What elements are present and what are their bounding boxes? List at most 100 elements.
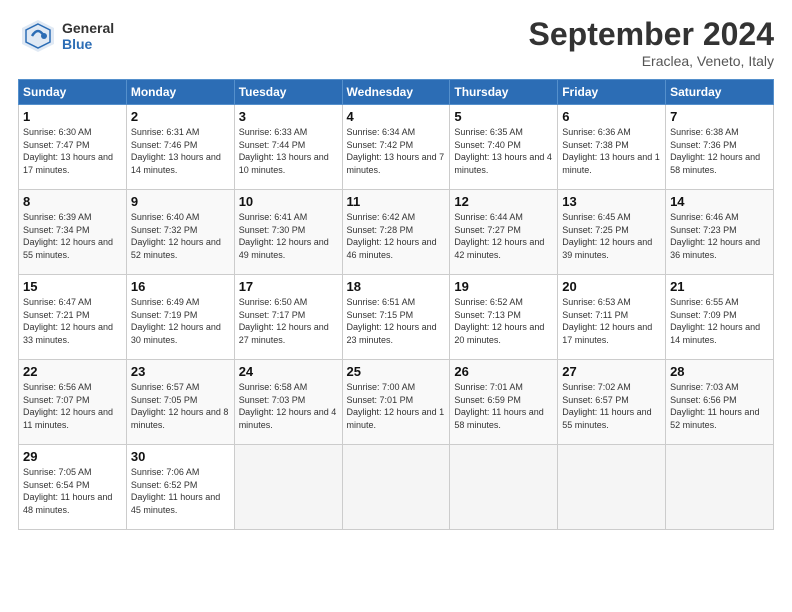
calendar-row: 15 Sunrise: 6:47 AMSunset: 7:21 PMDayligh…	[19, 275, 774, 360]
location: Eraclea, Veneto, Italy	[529, 53, 774, 69]
day-info: Sunrise: 6:30 AMSunset: 7:47 PMDaylight:…	[23, 127, 113, 175]
day-info: Sunrise: 6:38 AMSunset: 7:36 PMDaylight:…	[670, 127, 760, 175]
day-cell: 28Sunrise: 7:03 AMSunset: 6:56 PMDayligh…	[666, 360, 774, 445]
day-info: Sunrise: 6:42 AMSunset: 7:28 PMDaylight:…	[347, 212, 437, 260]
day-number: 12	[454, 194, 553, 209]
day-cell: 21Sunrise: 6:55 AMSunset: 7:09 PMDayligh…	[666, 275, 774, 360]
day-number: 25	[347, 364, 446, 379]
day-info: Sunrise: 6:33 AMSunset: 7:44 PMDaylight:…	[239, 127, 329, 175]
day-number: 11	[347, 194, 446, 209]
day-cell: 22Sunrise: 6:56 AMSunset: 7:07 PMDayligh…	[19, 360, 127, 445]
day-info: Sunrise: 6:47 AMSunset: 7:21 PMDaylight:…	[23, 297, 113, 345]
day-cell: 24Sunrise: 6:58 AMSunset: 7:03 PMDayligh…	[234, 360, 342, 445]
header-row: Sunday Monday Tuesday Wednesday Thursday…	[19, 80, 774, 105]
day-cell: 16 Sunrise: 6:49 AMSunset: 7:19 PMDayligh…	[126, 275, 234, 360]
day-cell: 1 Sunrise: 6:30 AMSunset: 7:47 PMDaylight…	[19, 105, 127, 190]
empty-cell	[558, 445, 666, 530]
calendar-table: Sunday Monday Tuesday Wednesday Thursday…	[18, 79, 774, 530]
day-number: 18	[347, 279, 446, 294]
month-title: September 2024	[529, 16, 774, 53]
day-info: Sunrise: 7:06 AMSunset: 6:52 PMDaylight:…	[131, 467, 220, 515]
day-number: 8	[23, 194, 122, 209]
day-info: Sunrise: 6:50 AMSunset: 7:17 PMDaylight:…	[239, 297, 329, 345]
day-cell: 25 Sunrise: 7:00 AMSunset: 7:01 PMDayligh…	[342, 360, 450, 445]
day-cell: 4 Sunrise: 6:34 AMSunset: 7:42 PMDaylight…	[342, 105, 450, 190]
day-number: 2	[131, 109, 230, 124]
day-number: 30	[131, 449, 230, 464]
day-cell: 17 Sunrise: 6:50 AMSunset: 7:17 PMDayligh…	[234, 275, 342, 360]
day-cell: 26 Sunrise: 7:01 AMSunset: 6:59 PMDayligh…	[450, 360, 558, 445]
th-sunday: Sunday	[19, 80, 127, 105]
th-thursday: Thursday	[450, 80, 558, 105]
day-number: 14	[670, 194, 769, 209]
empty-cell	[666, 445, 774, 530]
day-cell: 27 Sunrise: 7:02 AMSunset: 6:57 PMDayligh…	[558, 360, 666, 445]
day-cell: 13 Sunrise: 6:45 AMSunset: 7:25 PMDayligh…	[558, 190, 666, 275]
day-info: Sunrise: 7:00 AMSunset: 7:01 PMDaylight:…	[347, 382, 445, 430]
day-cell: 10 Sunrise: 6:41 AMSunset: 7:30 PMDayligh…	[234, 190, 342, 275]
day-cell: 3Sunrise: 6:33 AMSunset: 7:44 PMDaylight…	[234, 105, 342, 190]
day-info: Sunrise: 6:53 AMSunset: 7:11 PMDaylight:…	[562, 297, 652, 345]
day-info: Sunrise: 6:40 AMSunset: 7:32 PMDaylight:…	[131, 212, 221, 260]
day-info: Sunrise: 6:31 AMSunset: 7:46 PMDaylight:…	[131, 127, 221, 175]
day-info: Sunrise: 6:45 AMSunset: 7:25 PMDaylight:…	[562, 212, 652, 260]
day-info: Sunrise: 6:57 AMSunset: 7:05 PMDaylight:…	[131, 382, 229, 430]
day-info: Sunrise: 6:55 AMSunset: 7:09 PMDaylight:…	[670, 297, 760, 345]
empty-cell	[342, 445, 450, 530]
calendar-row: 22Sunrise: 6:56 AMSunset: 7:07 PMDayligh…	[19, 360, 774, 445]
calendar-row: 8 Sunrise: 6:39 AMSunset: 7:34 PMDaylight…	[19, 190, 774, 275]
day-info: Sunrise: 6:35 AMSunset: 7:40 PMDaylight:…	[454, 127, 552, 175]
th-monday: Monday	[126, 80, 234, 105]
day-number: 13	[562, 194, 661, 209]
day-cell: 9 Sunrise: 6:40 AMSunset: 7:32 PMDaylight…	[126, 190, 234, 275]
day-cell: 19Sunrise: 6:52 AMSunset: 7:13 PMDayligh…	[450, 275, 558, 360]
day-number: 6	[562, 109, 661, 124]
day-cell: 20 Sunrise: 6:53 AMSunset: 7:11 PMDayligh…	[558, 275, 666, 360]
day-number: 26	[454, 364, 553, 379]
day-info: Sunrise: 6:56 AMSunset: 7:07 PMDaylight:…	[23, 382, 113, 430]
empty-cell	[234, 445, 342, 530]
day-cell: 29Sunrise: 7:05 AMSunset: 6:54 PMDayligh…	[19, 445, 127, 530]
th-tuesday: Tuesday	[234, 80, 342, 105]
day-cell: 11 Sunrise: 6:42 AMSunset: 7:28 PMDayligh…	[342, 190, 450, 275]
day-cell: 18 Sunrise: 6:51 AMSunset: 7:15 PMDayligh…	[342, 275, 450, 360]
th-wednesday: Wednesday	[342, 80, 450, 105]
title-block: September 2024 Eraclea, Veneto, Italy	[529, 16, 774, 69]
day-number: 24	[239, 364, 338, 379]
day-number: 23	[131, 364, 230, 379]
th-friday: Friday	[558, 80, 666, 105]
header: General Blue September 2024 Eraclea, Ven…	[18, 16, 774, 69]
day-number: 16	[131, 279, 230, 294]
day-cell: 6Sunrise: 6:36 AMSunset: 7:38 PMDaylight…	[558, 105, 666, 190]
day-number: 28	[670, 364, 769, 379]
day-number: 27	[562, 364, 661, 379]
day-info: Sunrise: 6:49 AMSunset: 7:19 PMDaylight:…	[131, 297, 221, 345]
day-number: 20	[562, 279, 661, 294]
day-info: Sunrise: 6:44 AMSunset: 7:27 PMDaylight:…	[454, 212, 544, 260]
logo-icon	[18, 16, 58, 56]
day-cell: 8 Sunrise: 6:39 AMSunset: 7:34 PMDaylight…	[19, 190, 127, 275]
day-info: Sunrise: 6:52 AMSunset: 7:13 PMDaylight:…	[454, 297, 544, 345]
day-number: 17	[239, 279, 338, 294]
day-info: Sunrise: 7:02 AMSunset: 6:57 PMDaylight:…	[562, 382, 651, 430]
empty-cell	[450, 445, 558, 530]
logo: General Blue	[18, 16, 114, 56]
day-info: Sunrise: 6:34 AMSunset: 7:42 PMDaylight:…	[347, 127, 445, 175]
day-info: Sunrise: 6:51 AMSunset: 7:15 PMDaylight:…	[347, 297, 437, 345]
day-info: Sunrise: 6:39 AMSunset: 7:34 PMDaylight:…	[23, 212, 113, 260]
day-cell: 15 Sunrise: 6:47 AMSunset: 7:21 PMDayligh…	[19, 275, 127, 360]
day-number: 9	[131, 194, 230, 209]
day-info: Sunrise: 6:41 AMSunset: 7:30 PMDaylight:…	[239, 212, 329, 260]
calendar-row: 1 Sunrise: 6:30 AMSunset: 7:47 PMDaylight…	[19, 105, 774, 190]
day-number: 5	[454, 109, 553, 124]
day-info: Sunrise: 7:01 AMSunset: 6:59 PMDaylight:…	[454, 382, 543, 430]
calendar-row: 29Sunrise: 7:05 AMSunset: 6:54 PMDayligh…	[19, 445, 774, 530]
th-saturday: Saturday	[666, 80, 774, 105]
day-number: 1	[23, 109, 122, 124]
day-cell: 30 Sunrise: 7:06 AMSunset: 6:52 PMDayligh…	[126, 445, 234, 530]
logo-blue-text: Blue	[62, 36, 114, 52]
day-cell: 12 Sunrise: 6:44 AMSunset: 7:27 PMDayligh…	[450, 190, 558, 275]
day-number: 15	[23, 279, 122, 294]
day-number: 10	[239, 194, 338, 209]
day-number: 4	[347, 109, 446, 124]
